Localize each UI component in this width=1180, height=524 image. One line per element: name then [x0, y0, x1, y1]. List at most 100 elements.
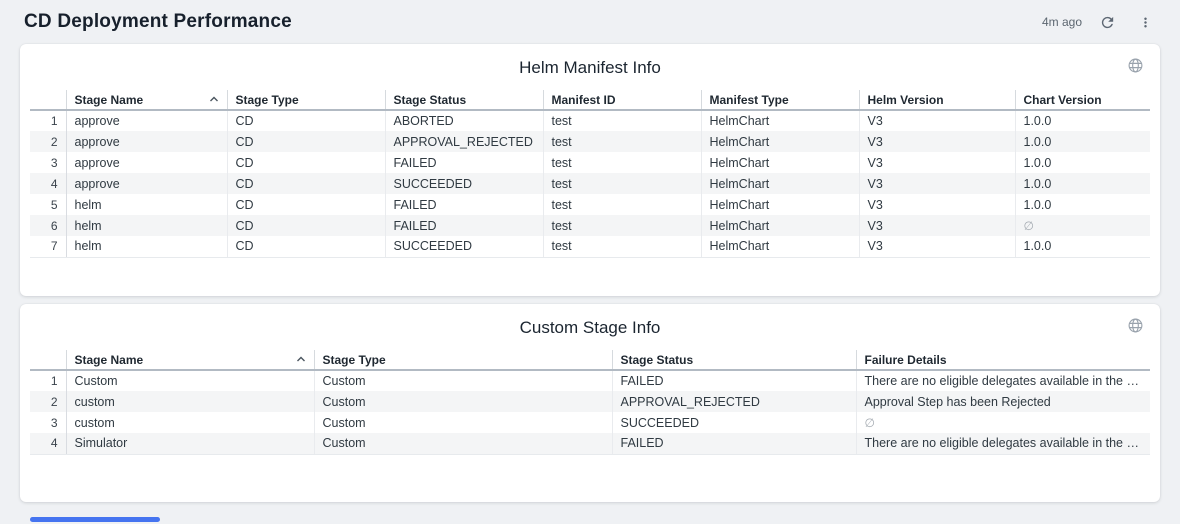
cell-stage-status: SUCCEEDED [385, 173, 543, 194]
row-number-column-header [30, 90, 66, 110]
refresh-button[interactable] [1096, 11, 1119, 34]
cell-stage-type: Custom [314, 433, 612, 454]
row-number-cell: 3 [30, 152, 66, 173]
column-header-manifest-id[interactable]: Manifest ID [543, 90, 701, 110]
column-header-stage-status[interactable]: Stage Status [612, 350, 856, 370]
column-header-label: Chart Version [1024, 93, 1102, 107]
cell-manifest-type: HelmChart [701, 236, 859, 257]
helm-manifest-table: Stage Name Stage Type Stage Status Manifest… [30, 90, 1150, 258]
cell-helm-version: V3 [859, 173, 1015, 194]
column-header-stage-name[interactable]: Stage Name [66, 90, 227, 110]
cell-stage-name: approve [66, 152, 227, 173]
null-value-symbol: ∅ [865, 416, 875, 430]
column-header-stage-type[interactable]: Stage Type [227, 90, 385, 110]
column-header-helm-version[interactable]: Helm Version [859, 90, 1015, 110]
table-row: 4SimulatorCustomFAILEDThere are no eligi… [30, 433, 1150, 454]
cell-failure-details: There are no eligible delegates availabl… [856, 370, 1150, 391]
column-header-label: Stage Name [75, 93, 144, 107]
table-row: 4approveCDSUCCEEDEDtestHelmChartV31.0.0 [30, 173, 1150, 194]
cell-helm-version: V3 [859, 131, 1015, 152]
globe-icon [1127, 317, 1144, 334]
table-row: 5helmCDFAILEDtestHelmChartV31.0.0 [30, 194, 1150, 215]
column-header-label: Stage Status [621, 353, 694, 367]
cell-stage-status: APPROVAL_REJECTED [385, 131, 543, 152]
cell-chart-version: 1.0.0 [1015, 110, 1150, 131]
cell-chart-version: 1.0.0 [1015, 152, 1150, 173]
cell-stage-name: Custom [66, 370, 314, 391]
cell-chart-version: 1.0.0 [1015, 173, 1150, 194]
column-header-label: Stage Status [394, 93, 467, 107]
cell-stage-type: CD [227, 152, 385, 173]
cell-failure-details: Approval Step has been Rejected [856, 391, 1150, 412]
tile-globe-button[interactable] [1125, 315, 1146, 336]
cell-manifest-type: HelmChart [701, 110, 859, 131]
tile-title: Custom Stage Info [20, 318, 1160, 338]
cell-chart-version: 1.0.0 [1015, 236, 1150, 257]
cell-manifest-type: HelmChart [701, 194, 859, 215]
table-row: 7helmCDSUCCEEDEDtestHelmChartV31.0.0 [30, 236, 1150, 257]
tile-header: Helm Manifest Info [20, 44, 1160, 90]
column-header-stage-status[interactable]: Stage Status [385, 90, 543, 110]
row-number-cell: 6 [30, 215, 66, 236]
table-row: 2approveCDAPPROVAL_REJECTEDtestHelmChart… [30, 131, 1150, 152]
cell-stage-type: CD [227, 236, 385, 257]
cell-manifest-type: HelmChart [701, 173, 859, 194]
table-row: 3customCustomSUCCEEDED∅ [30, 412, 1150, 433]
cell-manifest-id: test [543, 173, 701, 194]
column-header-stage-type[interactable]: Stage Type [314, 350, 612, 370]
cell-stage-name: helm [66, 215, 227, 236]
kebab-menu-button[interactable] [1135, 12, 1156, 33]
last-refreshed-label: 4m ago [1042, 15, 1082, 29]
row-number-cell: 4 [30, 173, 66, 194]
cell-helm-version: V3 [859, 194, 1015, 215]
table-container: Stage Name Stage Type Stage Status Failure … [20, 350, 1160, 455]
row-number-cell: 2 [30, 391, 66, 412]
cell-stage-name: approve [66, 131, 227, 152]
column-header-failure-details[interactable]: Failure Details [856, 350, 1150, 370]
table-row: 1approveCDABORTEDtestHelmChartV31.0.0 [30, 110, 1150, 131]
cell-stage-name: helm [66, 236, 227, 257]
globe-icon [1127, 57, 1144, 74]
cell-stage-type: CD [227, 215, 385, 236]
cell-helm-version: V3 [859, 110, 1015, 131]
cell-stage-name: helm [66, 194, 227, 215]
table-row: 2customCustomAPPROVAL_REJECTEDApproval S… [30, 391, 1150, 412]
cell-helm-version: V3 [859, 152, 1015, 173]
cell-stage-type: CD [227, 110, 385, 131]
tile-globe-button[interactable] [1125, 55, 1146, 76]
column-header-stage-name[interactable]: Stage Name [66, 350, 314, 370]
cell-stage-type: CD [227, 194, 385, 215]
cell-manifest-id: test [543, 152, 701, 173]
cell-stage-name: approve [66, 110, 227, 131]
column-header-label: Stage Name [75, 353, 144, 367]
cell-stage-status: FAILED [612, 370, 856, 391]
page-title: CD Deployment Performance [24, 11, 292, 33]
cell-stage-status: FAILED [385, 152, 543, 173]
horizontal-scrollbar-thumb[interactable] [30, 517, 160, 522]
refresh-icon [1099, 14, 1116, 31]
cell-chart-version: 1.0.0 [1015, 194, 1150, 215]
cell-stage-status: ABORTED [385, 110, 543, 131]
cell-stage-status: FAILED [385, 215, 543, 236]
column-header-chart-version[interactable]: Chart Version [1015, 90, 1150, 110]
row-number-cell: 1 [30, 110, 66, 131]
row-number-cell: 2 [30, 131, 66, 152]
cell-stage-name: Simulator [66, 433, 314, 454]
cell-stage-type: Custom [314, 391, 612, 412]
cell-manifest-type: HelmChart [701, 215, 859, 236]
column-header-manifest-type[interactable]: Manifest Type [701, 90, 859, 110]
row-number-cell: 7 [30, 236, 66, 257]
column-header-label: Manifest ID [552, 93, 616, 107]
tile-custom-stage-info: Custom Stage Info Stage NameStage TypeSt… [20, 304, 1160, 502]
null-value-symbol: ∅ [1024, 219, 1034, 233]
cell-stage-name: approve [66, 173, 227, 194]
table-row: 1CustomCustomFAILEDThere are no eligible… [30, 370, 1150, 391]
cell-stage-status: APPROVAL_REJECTED [612, 391, 856, 412]
cell-stage-name: custom [66, 412, 314, 433]
table-row: 6helmCDFAILEDtestHelmChartV3∅ [30, 215, 1150, 236]
cell-chart-version: ∅ [1015, 215, 1150, 236]
cell-manifest-id: test [543, 215, 701, 236]
column-header-row: Stage Name Stage Type Stage Status Failure … [30, 350, 1150, 370]
cell-stage-type: CD [227, 131, 385, 152]
header-actions: 4m ago [1042, 11, 1156, 34]
